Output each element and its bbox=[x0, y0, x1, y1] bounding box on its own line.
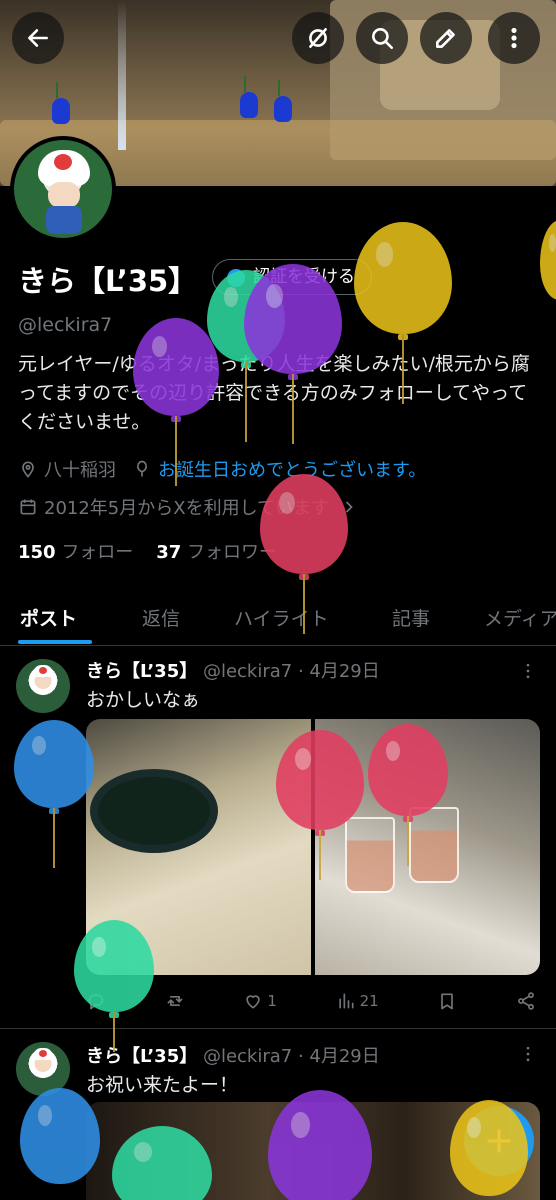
avatar-toad-face bbox=[48, 182, 80, 208]
tab-replies[interactable]: 返信 bbox=[142, 604, 180, 631]
view-count: 21 bbox=[359, 992, 379, 1010]
post-more-icon[interactable] bbox=[518, 661, 538, 681]
banner-pikmin bbox=[274, 80, 292, 122]
views-button[interactable]: 21 bbox=[336, 991, 379, 1011]
post-author-name: きら【L’35】 bbox=[86, 1046, 198, 1067]
balloon-blue bbox=[14, 720, 94, 868]
post-more-icon[interactable] bbox=[518, 1044, 538, 1064]
balloon-red bbox=[368, 724, 448, 866]
profile-handle: @leckira7 bbox=[18, 314, 113, 336]
dice-tray bbox=[90, 769, 218, 853]
tab-articles[interactable]: 記事 bbox=[392, 604, 430, 631]
followers-count: 37 bbox=[156, 542, 182, 563]
share-button[interactable] bbox=[516, 991, 536, 1011]
banner-pikmin bbox=[52, 82, 70, 124]
like-button[interactable]: 1 bbox=[243, 991, 277, 1011]
heart-icon bbox=[246, 995, 261, 1009]
back-button[interactable] bbox=[12, 12, 64, 64]
balloon-yellow bbox=[450, 1100, 528, 1196]
balloon-red bbox=[276, 730, 364, 880]
views-chart-icon bbox=[338, 993, 354, 1009]
like-count: 1 bbox=[267, 992, 277, 1010]
tab-highlights[interactable]: ハイライト bbox=[234, 604, 329, 631]
post-avatar[interactable] bbox=[16, 659, 70, 713]
tab-posts[interactable]: ポスト bbox=[20, 604, 77, 631]
banner-pikmin bbox=[240, 76, 258, 118]
post-header: きら【L’35】 @leckira7 · 4月29日 bbox=[86, 1042, 380, 1068]
glass bbox=[345, 817, 395, 893]
pencil-icon bbox=[436, 29, 455, 48]
profile-avatar[interactable] bbox=[10, 136, 116, 242]
post-text: お祝い来たよー！ bbox=[86, 1074, 239, 1096]
avatar-toad-cap bbox=[38, 150, 90, 186]
arrow-left-icon bbox=[28, 29, 48, 47]
balloon-blue bbox=[20, 1088, 100, 1184]
active-tab-indicator bbox=[18, 640, 92, 644]
balloon-yellow bbox=[540, 220, 556, 300]
bookmark-icon bbox=[441, 993, 454, 1010]
profile-tabs: ポスト 返信 ハイライト 記事 メディア bbox=[0, 592, 556, 646]
balloon-red bbox=[260, 474, 348, 634]
repost-icon bbox=[167, 996, 183, 1006]
grok-slash-icon bbox=[309, 28, 327, 48]
banner-waterfall bbox=[118, 0, 126, 150]
more-options-button[interactable] bbox=[488, 12, 540, 64]
balloon-icon bbox=[136, 460, 148, 477]
balloon-purple bbox=[244, 264, 342, 444]
post-handle-date: @leckira7 · 4月29日 bbox=[202, 1046, 380, 1067]
post-text: おかしいなぁ bbox=[86, 689, 201, 711]
balloon-purple bbox=[133, 318, 219, 486]
calendar-icon bbox=[20, 499, 36, 515]
profile-location: 八十稲羽 bbox=[44, 460, 116, 481]
profile-display-name: きら【L’35】 bbox=[18, 264, 198, 298]
balloon-green bbox=[74, 920, 154, 1052]
post-author-name: きら【L’35】 bbox=[86, 661, 198, 682]
post-actions: 1 21 bbox=[86, 991, 536, 1011]
search-icon bbox=[372, 28, 394, 50]
profile-meta-row: 八十稲羽 お誕生日おめでとうございます。 bbox=[18, 456, 426, 482]
edit-profile-button[interactable] bbox=[420, 12, 472, 64]
search-button[interactable] bbox=[356, 12, 408, 64]
post-header: きら【L’35】 @leckira7 · 4月29日 bbox=[86, 657, 380, 683]
followers-link[interactable]: 37 フォロワー bbox=[156, 542, 277, 563]
tab-media[interactable]: メディア bbox=[484, 604, 556, 631]
following-link[interactable]: 150 フォロー bbox=[18, 542, 133, 563]
bookmark-button[interactable] bbox=[437, 991, 457, 1011]
glass bbox=[409, 807, 459, 883]
location-pin-icon bbox=[22, 461, 34, 478]
avatar-toad-body bbox=[46, 206, 82, 234]
balloon-yellow bbox=[354, 222, 452, 404]
share-icon bbox=[518, 992, 534, 1010]
follow-stats: 150 フォロー 37 フォロワー bbox=[18, 538, 277, 564]
repost-button[interactable] bbox=[165, 991, 185, 1011]
post-handle-date: @leckira7 · 4月29日 bbox=[202, 661, 380, 682]
following-count: 150 bbox=[18, 542, 56, 563]
grok-button[interactable] bbox=[292, 12, 344, 64]
following-label: フォロー bbox=[61, 542, 134, 563]
kebab-icon bbox=[511, 27, 517, 49]
